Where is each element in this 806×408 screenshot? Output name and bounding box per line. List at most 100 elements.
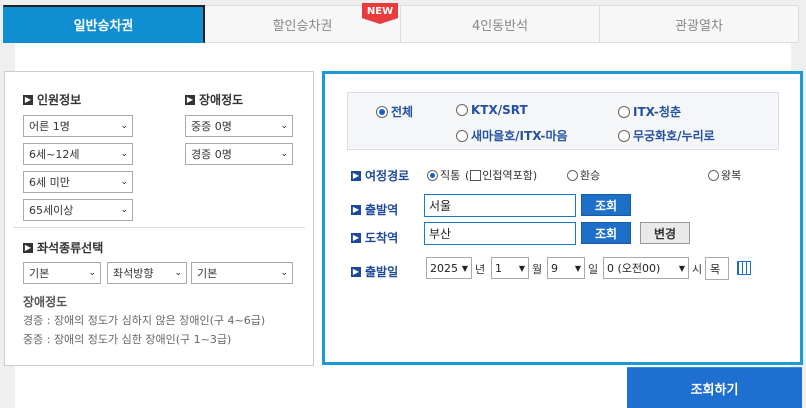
hour-select[interactable]: 0 (오전00) ▼ <box>603 257 689 279</box>
chevron-down-icon: ▼ <box>678 263 685 273</box>
chevron-down-icon: ⌄ <box>280 149 288 159</box>
arrival-lookup-button[interactable]: 조회 <box>581 222 631 244</box>
departure-station-input[interactable]: 서울 <box>424 194 576 217</box>
tab-label: 관광열차 <box>675 18 723 34</box>
chevron-down-icon: ⌄ <box>120 121 128 131</box>
radio-label: ITX-청춘 <box>633 105 681 119</box>
passenger-info-title: ▶ 인원정보 <box>23 91 81 108</box>
arrival-label: ▶ 도착역 <box>351 229 398 246</box>
year-select[interactable]: 2025 ▼ <box>426 257 472 279</box>
year-unit: 년 <box>475 263 486 276</box>
radio-label: 전체 <box>391 105 414 119</box>
checkbox-label: 인접역포함) <box>482 169 538 182</box>
select-value: 9 <box>551 261 558 275</box>
radio-label: 직통 <box>440 169 461 182</box>
chevron-down-icon: ⌄ <box>280 121 288 131</box>
mild-description: 경증 : 장애의 정도가 심하지 않은 장애인(구 4~6급) <box>23 314 266 327</box>
tab-label: 4인동반석 <box>471 18 529 34</box>
arrival-station-input[interactable]: 부산 <box>424 222 576 245</box>
select-value: 0 (오전00) <box>607 262 661 275</box>
train-type-box: 전체 KTX/SRT ITX-청춘 새마을호/ITX-마음 무궁화호/누리로 <box>347 92 779 150</box>
month-select[interactable]: 1 ▼ <box>491 257 529 279</box>
seat-type-select[interactable]: 기본 ⌄ <box>23 262 101 284</box>
radio-dot <box>618 129 630 142</box>
radio-dot <box>618 105 630 118</box>
select-value: 어른 1명 <box>29 120 70 133</box>
arrow-icon: ▶ <box>185 94 195 105</box>
day-select[interactable]: 9 ▼ <box>547 257 585 279</box>
select-value: 기본 <box>29 267 50 280</box>
section-label: 장애정도 <box>199 93 244 107</box>
month-unit: 월 <box>532 263 543 276</box>
select-value: 6세~12세 <box>29 148 80 161</box>
tab-label: 할인승차권 <box>272 18 333 34</box>
route-label: ▶ 여정경로 <box>351 167 409 184</box>
chevron-down-icon: ▼ <box>518 263 525 273</box>
adjacent-station-checkbox[interactable]: (인접역포함) <box>465 167 537 183</box>
calendar-icon[interactable] <box>737 261 751 275</box>
arrow-icon: ▶ <box>23 94 33 105</box>
adult-select[interactable]: 어른 1명 ⌄ <box>23 115 133 137</box>
radio-dot <box>567 169 578 181</box>
radio-label: KTX/SRT <box>471 103 528 117</box>
radio-label: 새마을호/ITX-마음 <box>471 129 568 143</box>
senior-select[interactable]: 65세이상 ⌄ <box>23 199 133 221</box>
day-unit: 일 <box>588 263 599 276</box>
radio-mugunghwa[interactable]: 무궁화호/누리로 <box>618 127 715 144</box>
seat-direction-select[interactable]: 좌석방향 ⌄ <box>107 262 187 284</box>
radio-direct[interactable]: 직통 <box>427 167 460 183</box>
radio-ktx-srt[interactable]: KTX/SRT <box>456 103 528 117</box>
infant-select[interactable]: 6세 미만 ⌄ <box>23 171 133 193</box>
chevron-down-icon: ▼ <box>574 263 581 273</box>
chevron-down-icon: ⌄ <box>120 177 128 187</box>
select-value: 기본 <box>197 267 218 280</box>
radio-saemaeul[interactable]: 새마을호/ITX-마음 <box>456 127 568 144</box>
section-label: 인원정보 <box>37 93 82 107</box>
arrow-icon: ▶ <box>351 232 361 243</box>
chevron-down-icon: ⌄ <box>120 205 128 215</box>
seat-position-select[interactable]: 기본 ⌄ <box>191 262 293 284</box>
mild-select[interactable]: 경증 0명 ⌄ <box>185 143 293 165</box>
departure-label: ▶ 출발역 <box>351 201 398 218</box>
section-label: 좌석종류선택 <box>37 241 104 255</box>
select-value: 중증 0명 <box>191 120 232 133</box>
radio-dot <box>456 129 468 142</box>
journey-panel: 전체 KTX/SRT ITX-청춘 새마을호/ITX-마음 무궁화호/누리로 ▶… <box>322 71 803 365</box>
arrow-icon: ▶ <box>351 266 361 277</box>
checkbox[interactable] <box>470 169 482 181</box>
radio-all-trains[interactable]: 전체 <box>376 103 413 120</box>
weekday-display: 목 <box>705 257 729 280</box>
select-value: 경증 0명 <box>191 148 232 161</box>
chevron-down-icon: ▼ <box>461 263 468 273</box>
severe-select[interactable]: 중증 0명 ⌄ <box>185 115 293 137</box>
child-select[interactable]: 6세~12세 ⌄ <box>23 143 133 165</box>
tab-general-ticket[interactable]: 일반승차권 <box>3 5 205 43</box>
departure-lookup-button[interactable]: 조회 <box>581 194 631 216</box>
tab-tour-train[interactable]: 관광열차 <box>600 5 799 43</box>
field-label: 출발일 <box>365 265 399 279</box>
radio-itx-cheongchun[interactable]: ITX-청춘 <box>618 103 681 120</box>
radio-transfer[interactable]: 환승 <box>567 167 600 183</box>
tab-four-seat[interactable]: 4인동반석 <box>401 5 600 43</box>
select-value: 65세이상 <box>29 204 74 217</box>
chevron-down-icon: ⌄ <box>280 268 288 278</box>
divider <box>13 227 305 228</box>
disability-info-title: 장애정도 <box>23 295 68 309</box>
swap-stations-button[interactable]: 변경 <box>640 222 690 244</box>
radio-label: 왕복 <box>721 169 742 182</box>
field-label: 여정경로 <box>365 169 410 183</box>
field-label: 출발역 <box>365 203 399 217</box>
arrow-icon: ▶ <box>23 242 33 253</box>
arrow-icon: ▶ <box>351 204 361 215</box>
hour-unit: 시 <box>692 263 703 276</box>
passenger-panel: ▶ 인원정보 ▶ 장애정도 어른 1명 ⌄ 6세~12세 ⌄ 6세 미만 ⌄ 65세이상 ⌄… <box>4 71 314 366</box>
arrow-icon: ▶ <box>351 170 361 181</box>
disability-title: ▶ 장애정도 <box>185 91 243 108</box>
tab-label: 일반승차권 <box>73 19 134 34</box>
select-value: 6세 미만 <box>29 176 70 189</box>
date-label: ▶ 출발일 <box>351 263 398 280</box>
radio-round-trip[interactable]: 왕복 <box>708 167 741 183</box>
radio-dot <box>708 169 719 181</box>
radio-label: 무궁화호/누리로 <box>633 129 715 143</box>
search-button[interactable]: 조회하기 <box>627 367 802 408</box>
